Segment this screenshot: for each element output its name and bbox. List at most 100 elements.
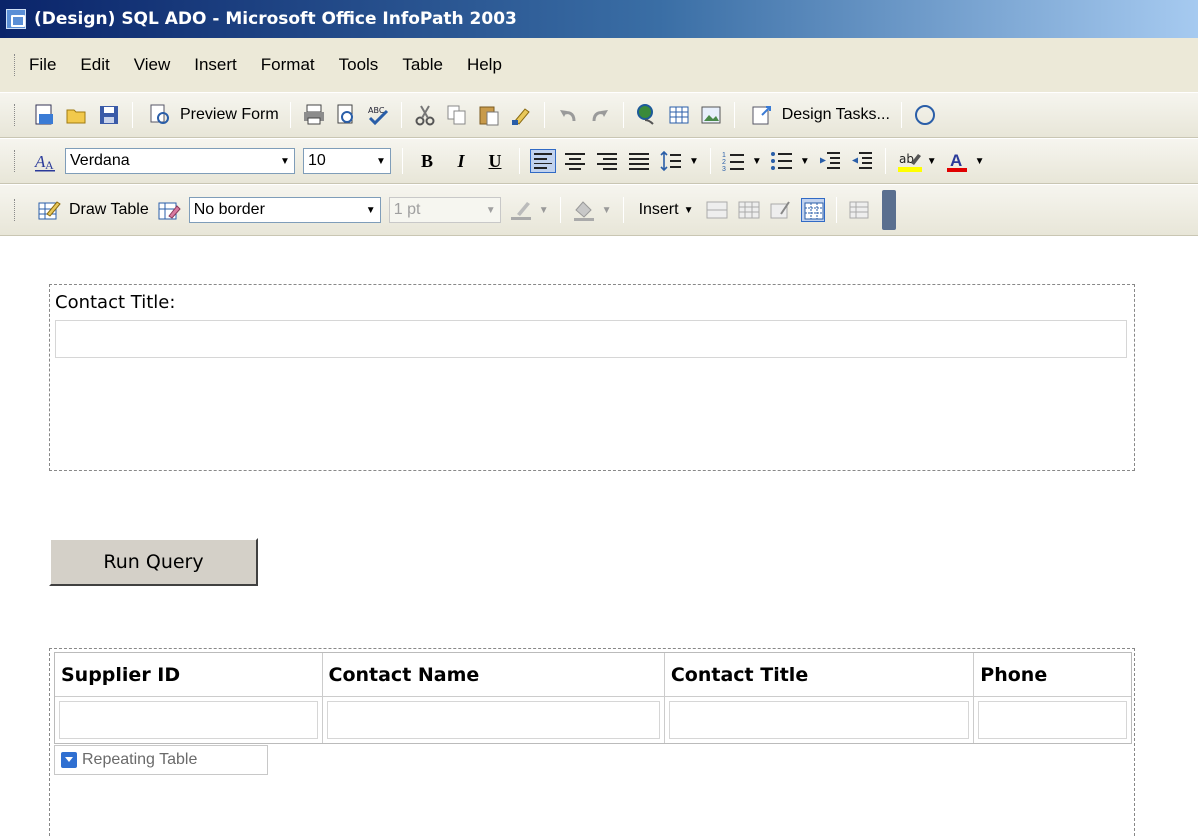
menu-table[interactable]: Table (402, 55, 443, 75)
font-color-label: A (950, 151, 962, 170)
underline-button[interactable]: U (481, 151, 509, 172)
merge-cells-icon[interactable] (705, 198, 729, 222)
font-name-select[interactable]: Verdana ▼ (65, 148, 295, 174)
border-width-select[interactable]: 1 pt ▼ (388, 197, 501, 223)
dropdown-arrow-icon (61, 752, 77, 768)
menu-file[interactable]: File (29, 55, 56, 75)
toolbar-grip[interactable] (14, 104, 17, 126)
border-color-icon[interactable] (509, 198, 533, 222)
menubar-grip[interactable] (14, 54, 17, 76)
draw-table-button[interactable]: Draw Table (33, 198, 149, 222)
supplier-id-cell (55, 697, 323, 743)
preview-form-button[interactable]: Preview Form (144, 103, 279, 127)
justify-button[interactable] (626, 149, 652, 173)
cut-icon[interactable] (413, 103, 437, 127)
border-width-value: 1 pt (393, 201, 421, 218)
draw-table-icon (37, 198, 61, 222)
contact-title-section (49, 284, 1135, 471)
contact-name-field[interactable] (326, 701, 660, 739)
hyperlink-icon[interactable] (635, 103, 659, 127)
toolbar-options-chevron[interactable] (882, 190, 897, 230)
insert-table-icon[interactable] (667, 103, 691, 127)
align-left-button[interactable] (530, 149, 556, 173)
font-style-icon[interactable]: AA (33, 149, 57, 173)
toolbar-separator (900, 102, 902, 128)
toolbar-separator (709, 148, 711, 174)
menu-edit[interactable]: Edit (80, 55, 109, 75)
open-folder-icon[interactable] (65, 103, 89, 127)
chevron-down-icon[interactable]: ▼ (927, 156, 937, 167)
toolbar-separator (733, 102, 735, 128)
formatting-toolbar: AA Verdana ▼ 10 ▼ B I U ▼ 123 ▼ ▼ ab ▼ A… (0, 138, 1198, 184)
font-size-select[interactable]: 10 ▼ (303, 148, 391, 174)
chevron-down-icon[interactable]: ▼ (752, 156, 762, 167)
print-icon[interactable] (302, 103, 326, 127)
column-header-supplier-id: Supplier ID (55, 653, 323, 696)
menu-help[interactable]: Help (467, 55, 502, 75)
show-gridlines-icon[interactable] (801, 198, 826, 222)
design-new-icon[interactable] (33, 103, 57, 127)
highlight-label: ab (899, 152, 914, 166)
chevron-down-icon[interactable]: ▼ (602, 205, 612, 216)
menu-format[interactable]: Format (261, 55, 315, 75)
toolbar-grip[interactable] (14, 199, 17, 221)
line-spacing-icon[interactable] (659, 149, 683, 173)
toolbar-separator (543, 102, 545, 128)
bold-button[interactable]: B (413, 151, 441, 172)
infopath-app-icon[interactable] (6, 9, 26, 29)
contact-title-cell (665, 697, 975, 743)
menu-insert[interactable]: Insert (194, 55, 237, 75)
copy-icon[interactable] (445, 103, 469, 127)
supplier-id-field[interactable] (59, 701, 318, 739)
repeating-table-tag-label: Repeating Table (82, 751, 198, 768)
table-properties-icon[interactable] (769, 198, 793, 222)
insert-picture-icon[interactable] (699, 103, 723, 127)
undo-icon[interactable] (556, 103, 580, 127)
italic-button[interactable]: I (447, 151, 475, 172)
chevron-down-icon[interactable]: ▼ (482, 198, 500, 222)
table-header-row: Supplier ID Contact Name Contact Title P… (55, 653, 1131, 697)
split-cells-icon[interactable] (737, 198, 761, 222)
border-style-select[interactable]: No border ▼ (188, 197, 381, 223)
repeating-table-tag[interactable]: Repeating Table (54, 745, 268, 775)
phone-cell (974, 697, 1131, 743)
eraser-icon[interactable] (157, 198, 181, 222)
shading-color-icon[interactable] (572, 198, 596, 222)
table-autoformat-icon[interactable] (848, 198, 872, 222)
chevron-down-icon[interactable]: ▼ (372, 149, 390, 173)
help-icon[interactable] (913, 103, 937, 127)
bulleted-list-icon[interactable] (770, 149, 794, 173)
numbered-list-icon[interactable]: 123 (722, 149, 746, 173)
align-center-button[interactable] (562, 149, 588, 173)
format-painter-icon[interactable] (509, 103, 533, 127)
spelling-icon[interactable]: ABC (366, 103, 390, 127)
paste-icon[interactable] (477, 103, 501, 127)
align-right-button[interactable] (594, 149, 620, 173)
redo-icon[interactable] (588, 103, 612, 127)
print-preview-icon[interactable] (334, 103, 358, 127)
chevron-down-icon[interactable]: ▼ (276, 149, 294, 173)
chevron-down-icon[interactable]: ▼ (975, 156, 985, 167)
insert-menu-button[interactable]: Insert ▼ (635, 201, 698, 219)
phone-field[interactable] (978, 701, 1127, 739)
chevron-down-icon[interactable]: ▼ (539, 205, 549, 216)
menu-tools[interactable]: Tools (339, 55, 379, 75)
font-color-icon[interactable]: A (945, 149, 969, 173)
highlight-color-swatch (897, 167, 922, 172)
save-icon[interactable] (97, 103, 121, 127)
chevron-down-icon[interactable]: ▼ (800, 156, 810, 167)
highlight-icon[interactable]: ab (897, 149, 922, 173)
increase-indent-icon[interactable] (850, 149, 874, 173)
chevron-down-icon[interactable]: ▼ (689, 156, 699, 167)
decrease-indent-icon[interactable] (818, 149, 842, 173)
menu-view[interactable]: View (134, 55, 171, 75)
column-header-contact-title: Contact Title (665, 653, 975, 696)
contact-title-input[interactable] (55, 320, 1127, 358)
toolbar-grip[interactable] (14, 150, 17, 172)
design-tasks-button[interactable]: Design Tasks... (746, 103, 890, 127)
window-title: (Design) SQL ADO - Microsoft Office Info… (34, 9, 517, 29)
run-query-button[interactable]: Run Query (49, 538, 258, 586)
chevron-down-icon[interactable]: ▼ (362, 198, 380, 222)
table-row (55, 697, 1131, 743)
contact-title-field[interactable] (668, 701, 970, 739)
